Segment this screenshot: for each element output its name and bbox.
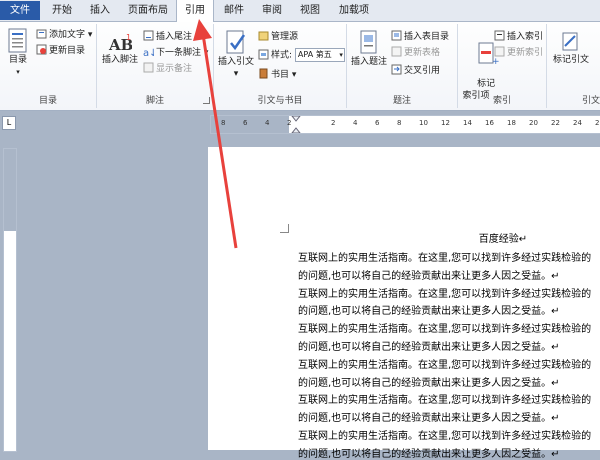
annotation-arrow-icon (193, 19, 238, 249)
